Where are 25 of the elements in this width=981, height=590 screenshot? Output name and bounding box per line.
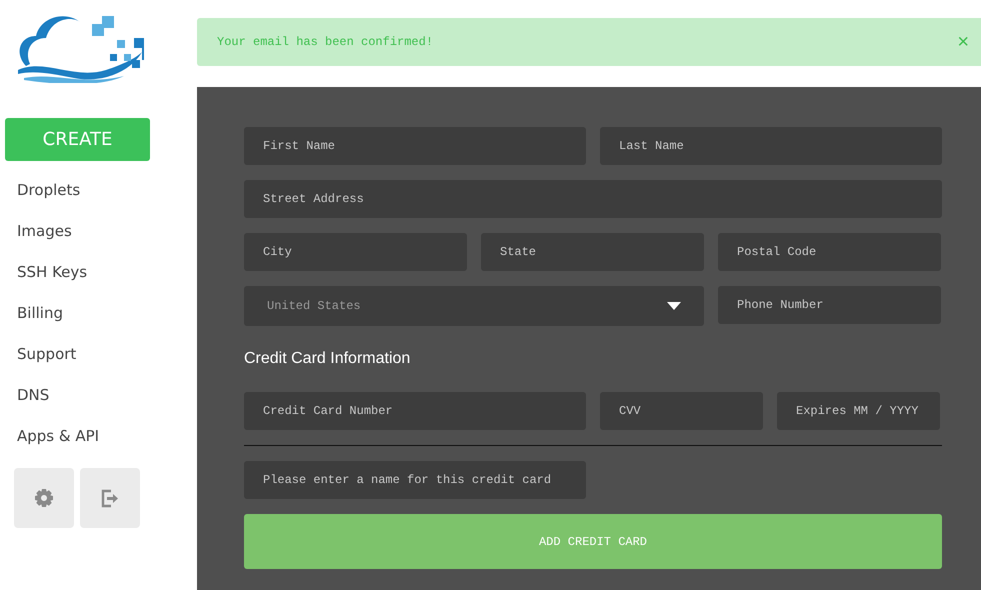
section-heading: Credit Card Information	[244, 350, 412, 368]
nav-link[interactable]: SSH Keys	[17, 252, 88, 293]
settings-button[interactable]	[14, 468, 74, 528]
nav-link[interactable]: Droplets	[17, 170, 80, 211]
street-address-field[interactable]: Street Address	[244, 180, 942, 218]
alert-message: Your email has been confirmed!	[217, 35, 434, 49]
phone-number-field[interactable]: Phone Number	[718, 286, 941, 324]
nav-link[interactable]: Support	[17, 334, 76, 375]
state-field[interactable]: State	[481, 233, 704, 271]
cvv-field[interactable]: CVV	[600, 392, 763, 430]
caret-icon	[667, 302, 681, 310]
nav-link[interactable]: Images	[17, 211, 72, 252]
country-dropdown[interactable]: United States	[244, 286, 704, 326]
city-field[interactable]: City	[244, 233, 467, 271]
nav-link[interactable]: Apps & API	[17, 416, 100, 457]
nav-link[interactable]: Billing	[17, 293, 63, 334]
card-name-field[interactable]: Please enter a name for this credit card	[244, 461, 586, 499]
expiry-field[interactable]: Expires MM / YYYY	[777, 392, 940, 430]
logout-button[interactable]	[80, 468, 140, 528]
settings-icon	[34, 488, 54, 508]
nav-link[interactable]: DNS	[17, 375, 50, 416]
last-name-field[interactable]: Last Name	[600, 127, 942, 165]
postal-code-field[interactable]: Postal Code	[718, 233, 941, 271]
first-name-field[interactable]: First Name	[244, 127, 586, 165]
card-number-field[interactable]: Credit Card Number	[244, 392, 586, 430]
